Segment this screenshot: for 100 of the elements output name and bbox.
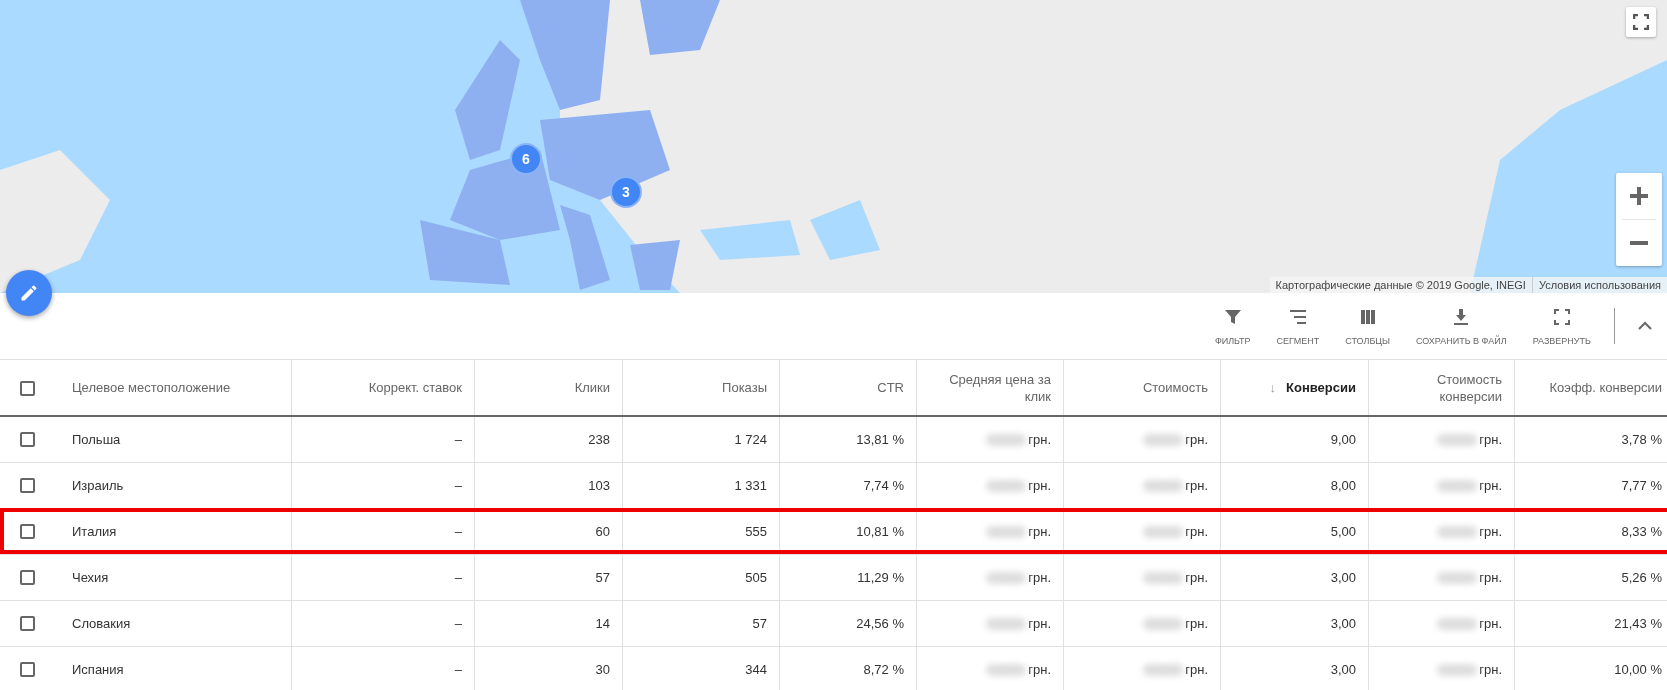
row-checkbox[interactable]	[20, 432, 35, 448]
edit-button[interactable]	[6, 270, 52, 316]
column-header[interactable]: Клики	[574, 379, 610, 396]
toolbar-button[interactable]: СЕГМЕНТ	[1263, 300, 1333, 352]
terms-link[interactable]: Условия использования	[1531, 277, 1667, 293]
table-cell: 57	[752, 615, 767, 631]
table-cell: грн.	[1185, 477, 1208, 493]
table-cell: 3,00	[1330, 569, 1356, 585]
table-cell: 30	[595, 661, 610, 677]
table-cell: 14	[595, 615, 610, 631]
table-cell: грн.	[1479, 431, 1502, 447]
table-cell: Словакия	[72, 615, 131, 631]
table-cell: грн.	[1185, 431, 1208, 447]
table-cell: грн.	[1479, 615, 1502, 631]
blurred-value	[986, 572, 1027, 585]
table-cell: 24,56 %	[856, 615, 904, 631]
table-cell: 238	[588, 431, 610, 447]
table-cell: грн.	[1479, 569, 1502, 585]
table-cell: 10,00 %	[1614, 661, 1662, 677]
table-cell: 60	[595, 523, 610, 539]
blurred-value	[986, 480, 1027, 493]
toolbar-button[interactable]: СОХРАНИТЬ В ФАЙЛ	[1402, 300, 1520, 352]
row-checkbox[interactable]	[20, 616, 35, 632]
table-cell: грн.	[1028, 569, 1051, 585]
blurred-value	[1437, 664, 1478, 677]
blurred-value	[1437, 526, 1478, 539]
table-cell: Испания	[72, 661, 124, 677]
blurred-value	[1437, 618, 1478, 631]
column-header[interactable]: Показы	[722, 379, 767, 396]
select-all-checkbox[interactable]	[20, 381, 35, 397]
table-cell: 5,00	[1330, 523, 1356, 539]
expand-icon	[1551, 306, 1572, 327]
table-cell: –	[454, 661, 462, 677]
table-cell: 57	[595, 569, 610, 585]
table-cell: 10,81 %	[856, 523, 904, 539]
row-checkbox[interactable]	[20, 662, 35, 678]
blurred-value	[986, 526, 1027, 539]
plus-icon	[1629, 186, 1649, 206]
table-cell: 8,72 %	[863, 661, 904, 677]
toolbar-button[interactable]: РАЗВЕРНУТЬ	[1519, 300, 1604, 352]
column-header[interactable]: Стоимость конверсии	[1381, 370, 1502, 405]
row-checkbox[interactable]	[20, 524, 35, 540]
toolbar-button[interactable]: СТОЛБЦЫ	[1332, 300, 1403, 352]
blurred-value	[1143, 526, 1184, 539]
table-cell: Чехия	[72, 569, 109, 585]
table-cell: 9,00	[1330, 431, 1356, 447]
table-cell: грн.	[1028, 477, 1051, 493]
table-cell: 555	[745, 523, 767, 539]
column-header[interactable]: Стоимость	[1142, 379, 1208, 396]
table-cell: грн.	[1028, 431, 1051, 447]
table-cell: 7,74 %	[863, 477, 904, 493]
fullscreen-button[interactable]	[1626, 7, 1656, 37]
table-cell: –	[454, 569, 462, 585]
blurred-value	[1143, 618, 1184, 631]
table-cell: 3,00	[1330, 661, 1356, 677]
blurred-value	[1437, 480, 1478, 493]
table-cell: –	[454, 477, 462, 493]
table-cell: 21,43 %	[1614, 615, 1662, 631]
table-cell: 3,78 %	[1621, 431, 1662, 447]
column-header[interactable]: Коэфф. конверсии	[1549, 379, 1662, 396]
table-cell: грн.	[1479, 477, 1502, 493]
table-cell: грн.	[1479, 661, 1502, 677]
blurred-value	[986, 618, 1027, 631]
column-header[interactable]: Коррект. ставок	[368, 379, 462, 396]
table-cell: грн.	[1028, 523, 1051, 539]
table-cell: Италия	[72, 523, 117, 539]
map-attribution: Картографические данные © 2019 Google, INEGI	[1274, 278, 1527, 293]
table-cell: 7,77 %	[1621, 477, 1662, 493]
column-header[interactable]: Средняя цена за клик	[929, 370, 1051, 405]
table-cell: –	[454, 431, 462, 447]
fullscreen-icon	[1633, 14, 1649, 30]
table-cell: грн.	[1028, 615, 1051, 631]
table-cell: 1 331	[734, 477, 767, 493]
table-cell: 5,26 %	[1621, 569, 1662, 585]
table-cell: 11,29 %	[857, 569, 904, 585]
blurred-value	[1437, 572, 1478, 585]
table-cell: Польша	[72, 431, 121, 447]
table-cell: грн.	[1185, 615, 1208, 631]
toolbar-button[interactable]: ФИЛЬТР	[1201, 300, 1264, 352]
table-cell: грн.	[1028, 661, 1051, 677]
blurred-value	[1437, 434, 1478, 447]
column-header[interactable]: CTR	[877, 379, 904, 396]
blurred-value	[1143, 480, 1184, 493]
minus-icon	[1629, 241, 1649, 245]
table-cell: Израиль	[72, 477, 124, 493]
table-cell: 13,81 %	[856, 431, 904, 447]
table-cell: грн.	[1185, 661, 1208, 677]
table-cell: –	[454, 615, 462, 631]
blurred-value	[986, 434, 1027, 447]
table-cell: –	[454, 523, 462, 539]
row-checkbox[interactable]	[20, 570, 35, 586]
blurred-value	[1143, 664, 1184, 677]
table-cell: грн.	[1185, 569, 1208, 585]
blurred-value	[1143, 434, 1184, 447]
column-header[interactable]: Конверсии	[1286, 379, 1356, 396]
chevron-up-icon	[1637, 321, 1653, 331]
table-cell: грн.	[1479, 523, 1502, 539]
row-checkbox[interactable]	[20, 478, 35, 494]
column-header[interactable]: Целевое местоположение	[72, 379, 231, 396]
blurred-value	[986, 664, 1027, 677]
